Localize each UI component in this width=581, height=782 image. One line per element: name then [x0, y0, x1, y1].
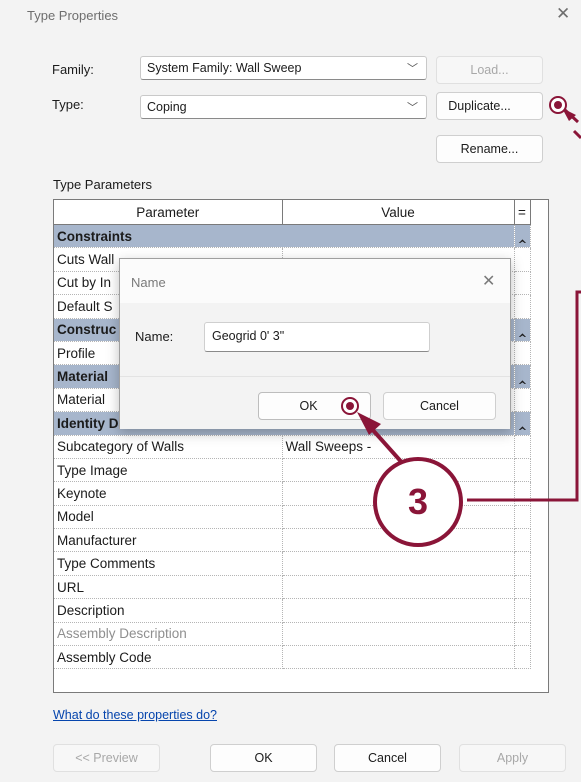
parameter-name-cell: Assembly Code: [54, 645, 283, 670]
step-number-badge: 3: [373, 457, 463, 547]
rename-button[interactable]: Rename...: [436, 135, 543, 163]
parameter-value-cell[interactable]: [282, 645, 515, 670]
parameter-name-cell: Manufacturer: [54, 528, 283, 553]
dialog-cancel-button[interactable]: Cancel: [383, 392, 496, 420]
table-row[interactable]: Subcategory of Walls Wall Sweeps -: [54, 435, 531, 459]
table-row[interactable]: Description: [54, 598, 531, 623]
collapse-icon[interactable]: ‸: [514, 411, 531, 436]
table-row[interactable]: Assembly Description: [54, 622, 531, 647]
apply-button[interactable]: Apply: [459, 744, 566, 772]
row-edit-cell: [514, 458, 531, 483]
parameter-name-cell: Description: [54, 598, 283, 623]
type-select[interactable]: Coping ﹀: [140, 95, 427, 119]
row-edit-cell: [514, 435, 531, 459]
group-header-label: Constraints: [54, 224, 515, 249]
cancel-button[interactable]: Cancel: [334, 744, 441, 772]
duplicate-button-label: Duplicate...: [448, 99, 511, 113]
parameter-value-cell[interactable]: [282, 575, 515, 600]
load-button[interactable]: Load...: [436, 56, 543, 84]
parameter-name-cell: Model: [54, 505, 283, 530]
window-title: Type Properties: [27, 8, 119, 23]
collapse-icon[interactable]: ‸: [514, 364, 531, 389]
type-select-value: Coping: [147, 100, 187, 114]
collapse-icon[interactable]: ‸: [514, 318, 531, 342]
parameter-name-cell: URL: [54, 575, 283, 600]
collapse-icon[interactable]: ‸: [514, 224, 531, 249]
row-edit-cell: [514, 551, 531, 576]
grid-header-row: Parameter Value =: [54, 200, 531, 225]
duplicate-button[interactable]: Duplicate...: [436, 92, 543, 120]
name-dialog: Name ✕ Name: Geogrid 0' 3" OK Cancel: [119, 258, 511, 429]
name-dialog-title: Name: [131, 275, 166, 290]
ok-click-marker-icon: [341, 397, 359, 415]
table-row[interactable]: Assembly Code: [54, 645, 531, 670]
parameter-name-cell: Type Comments: [54, 551, 283, 576]
row-edit-cell: [514, 341, 531, 366]
row-edit-cell: [514, 505, 531, 530]
row-edit-cell: [514, 271, 531, 296]
name-dialog-header: [120, 259, 510, 303]
row-edit-cell: [514, 247, 531, 272]
group-header-row[interactable]: Constraints ‸: [54, 224, 531, 249]
parameter-column-header[interactable]: Parameter: [54, 200, 283, 225]
close-icon[interactable]: ✕: [482, 271, 495, 291]
row-edit-cell: [514, 575, 531, 600]
parameter-name-cell: Type Image: [54, 458, 283, 483]
parameter-name-cell: Assembly Description: [54, 622, 283, 647]
help-link[interactable]: What do these properties do?: [53, 708, 217, 722]
family-label: Family:: [52, 62, 94, 77]
chevron-down-icon: ﹀: [407, 63, 418, 75]
parameter-value-cell[interactable]: [282, 598, 515, 623]
table-row[interactable]: Type Comments: [54, 551, 531, 576]
parameter-value-cell[interactable]: Wall Sweeps -: [282, 435, 515, 459]
type-label: Type:: [52, 97, 84, 112]
table-row[interactable]: URL: [54, 575, 531, 600]
name-input-value: Geogrid 0' 3": [212, 329, 285, 343]
parameter-name-cell: Keynote: [54, 481, 283, 506]
preview-button[interactable]: << Preview: [53, 744, 160, 772]
family-select[interactable]: System Family: Wall Sweep ﹀: [140, 56, 427, 80]
close-icon[interactable]: ✕: [556, 4, 570, 24]
chevron-down-icon: ﹀: [407, 102, 418, 114]
value-column-header[interactable]: Value: [282, 200, 515, 225]
row-edit-cell: [514, 622, 531, 647]
name-input[interactable]: Geogrid 0' 3": [204, 322, 430, 352]
ok-button[interactable]: OK: [210, 744, 317, 772]
family-select-value: System Family: Wall Sweep: [147, 61, 302, 75]
parameter-value-cell[interactable]: [282, 622, 515, 647]
row-edit-cell: [514, 481, 531, 506]
row-edit-cell: [514, 645, 531, 670]
type-parameters-label: Type Parameters: [53, 177, 152, 192]
row-edit-cell: [514, 598, 531, 623]
table-row[interactable]: Manufacturer: [54, 528, 531, 553]
row-edit-cell: [514, 294, 531, 319]
row-edit-cell: [514, 388, 531, 413]
parameter-value-cell[interactable]: [282, 551, 515, 576]
parameter-name-cell: Subcategory of Walls: [54, 435, 283, 459]
sort-toggle-button[interactable]: =: [514, 200, 531, 225]
dialog-ok-label: OK: [299, 399, 318, 413]
duplicate-click-marker-icon: [549, 96, 567, 114]
row-edit-cell: [514, 528, 531, 553]
name-field-label: Name:: [135, 329, 174, 344]
table-row[interactable]: Type Image: [54, 458, 531, 483]
